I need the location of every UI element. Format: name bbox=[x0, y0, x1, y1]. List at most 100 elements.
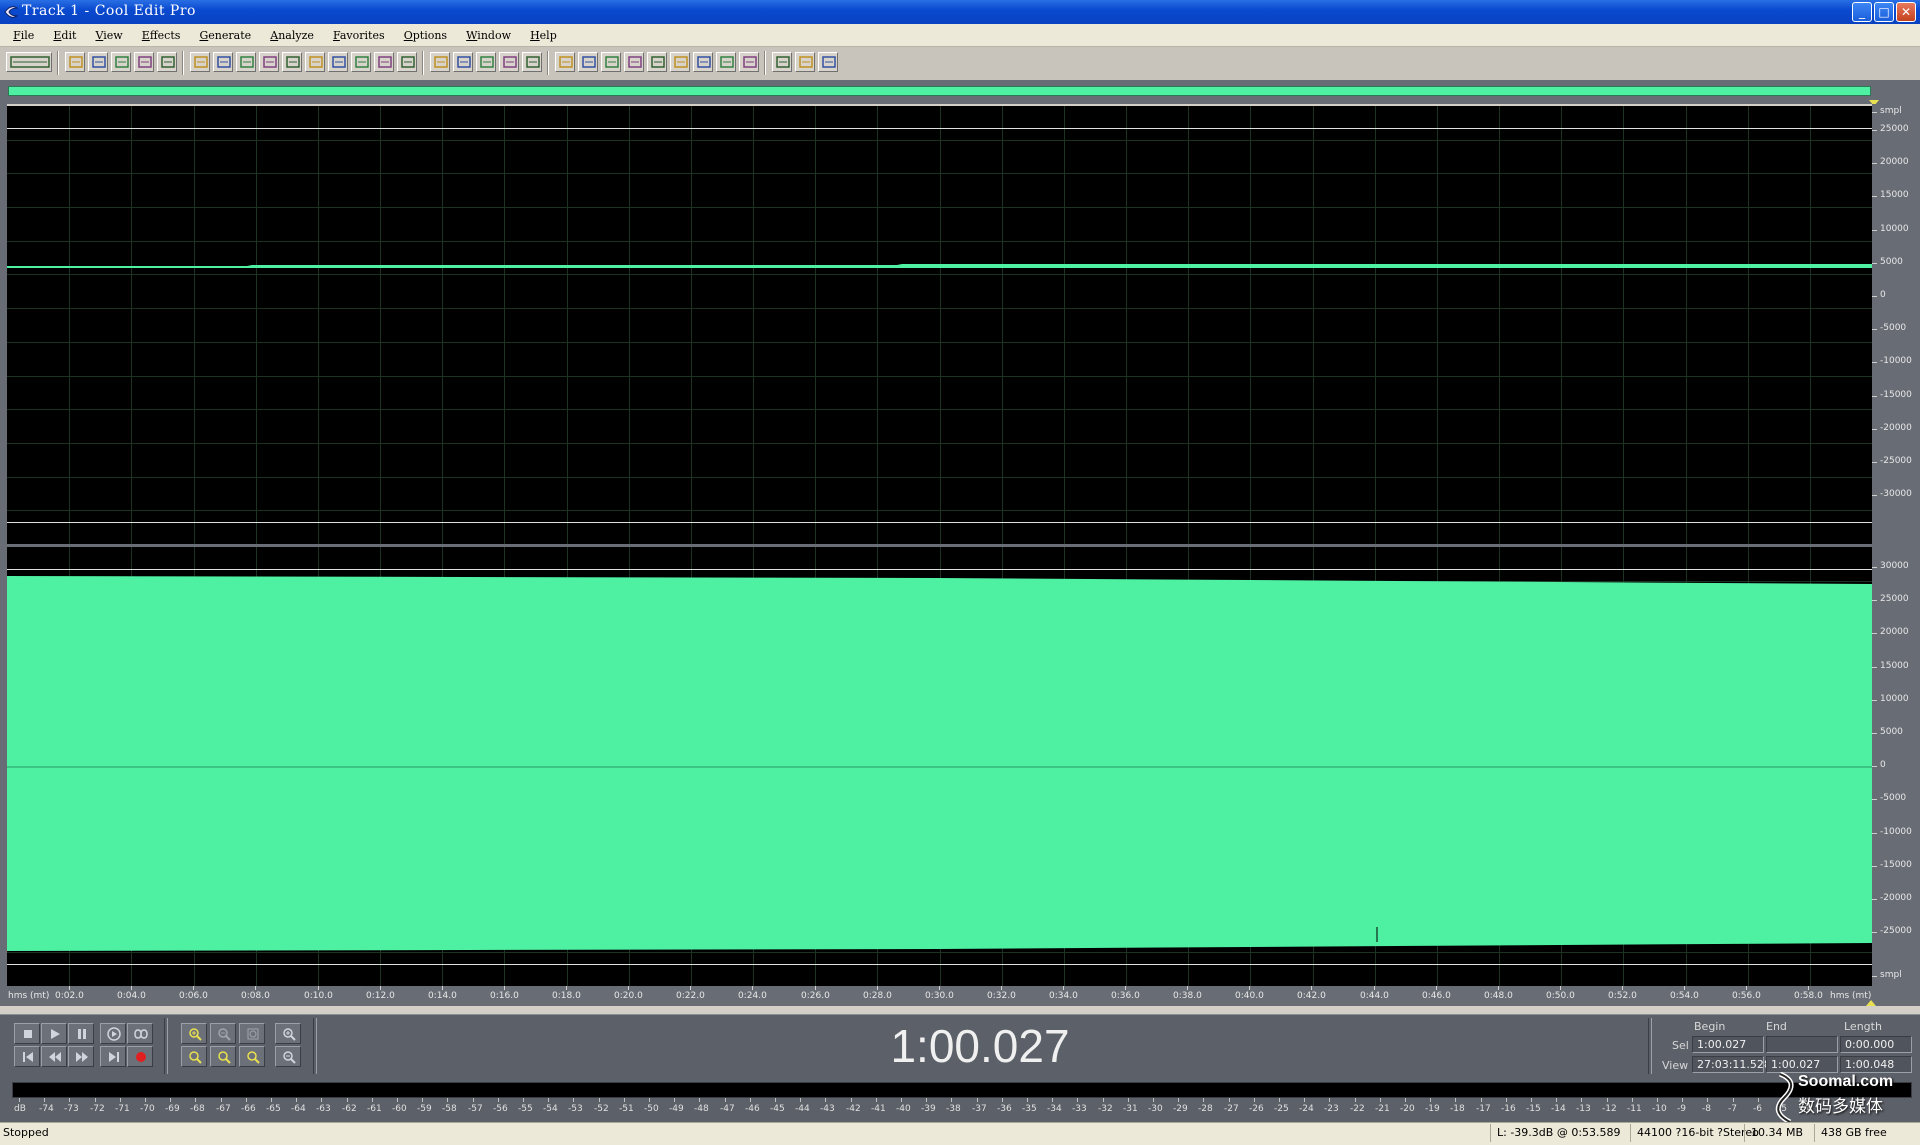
play-button[interactable] bbox=[41, 1023, 67, 1044]
go-to-beginning-button[interactable] bbox=[14, 1046, 40, 1067]
panel-separator bbox=[1648, 1018, 1652, 1074]
spectral-view-button[interactable] bbox=[430, 52, 450, 72]
view-length-field[interactable]: 1:00.048 bbox=[1840, 1056, 1912, 1073]
close-button[interactable]: ✕ bbox=[1896, 2, 1916, 22]
zoom-in-vertical-button[interactable] bbox=[275, 1023, 301, 1044]
meter-tick-label: -58 bbox=[442, 1104, 457, 1114]
menu-file[interactable]: File bbox=[6, 25, 41, 47]
menu-analyze[interactable]: Analyze bbox=[263, 25, 321, 47]
markers-button[interactable] bbox=[739, 52, 759, 72]
rewind-button[interactable] bbox=[41, 1046, 67, 1067]
menu-window[interactable]: Window bbox=[459, 25, 518, 47]
zoom-out-vertical-button[interactable] bbox=[275, 1046, 301, 1067]
new-file-button[interactable] bbox=[65, 52, 85, 72]
sel-end-field[interactable] bbox=[1766, 1036, 1838, 1053]
paste-new-button[interactable] bbox=[351, 52, 371, 72]
play-list-button[interactable] bbox=[578, 52, 598, 72]
mix-paste-button[interactable] bbox=[259, 52, 279, 72]
time-end-marker[interactable] bbox=[1866, 1000, 1876, 1006]
cd-player-button[interactable] bbox=[716, 52, 736, 72]
paste-button[interactable] bbox=[328, 52, 348, 72]
cool-edit-app-icon[interactable] bbox=[3, 4, 19, 20]
meter-tick-label: -24 bbox=[1299, 1104, 1314, 1114]
amplitude-ruler[interactable]: smpl 25000 20000 15000 10000 5000 0 -5000 -10000… bbox=[1872, 104, 1920, 988]
info-button[interactable] bbox=[601, 52, 621, 72]
maximize-button[interactable]: □ bbox=[1874, 2, 1894, 22]
pause-button[interactable] bbox=[68, 1023, 94, 1044]
copy-button[interactable] bbox=[305, 52, 325, 72]
edit-button[interactable] bbox=[693, 52, 713, 72]
menu-effects[interactable]: Effects bbox=[135, 25, 188, 47]
meter-tick bbox=[1405, 1098, 1406, 1102]
amplitude-tick bbox=[1872, 229, 1877, 231]
loop-button[interactable] bbox=[624, 52, 644, 72]
envelope-button[interactable] bbox=[453, 52, 473, 72]
zoom-in-horizontal-button[interactable] bbox=[181, 1023, 207, 1044]
meter-tick-label: -18 bbox=[1450, 1104, 1465, 1114]
meter-tick bbox=[69, 1098, 70, 1102]
redo-button[interactable] bbox=[213, 52, 233, 72]
time-tick-label: 0:44.0 bbox=[1360, 991, 1389, 1001]
waveform-view-button[interactable] bbox=[476, 52, 496, 72]
fast-forward-button[interactable] bbox=[68, 1046, 94, 1067]
sel-begin-field[interactable]: 1:00.027 bbox=[1692, 1036, 1764, 1053]
repeat-last-button[interactable] bbox=[236, 52, 256, 72]
menu-help[interactable]: Help bbox=[523, 25, 564, 47]
begin-header: Begin bbox=[1694, 1020, 1726, 1033]
overview-range[interactable] bbox=[8, 86, 1871, 96]
zoom-out-horizontal-button[interactable] bbox=[210, 1023, 236, 1044]
menu-options[interactable]: Options bbox=[397, 25, 454, 47]
zoom-selection-button[interactable] bbox=[239, 1046, 265, 1067]
menu-favorites[interactable]: Favorites bbox=[326, 25, 392, 47]
menu-edit[interactable]: Edit bbox=[46, 25, 83, 47]
amplitude-tick bbox=[1872, 462, 1877, 463]
close-file-button[interactable] bbox=[111, 52, 131, 72]
stop-button[interactable] bbox=[14, 1023, 40, 1044]
toggle-multitrack-button[interactable] bbox=[6, 52, 52, 72]
amplitude-tick bbox=[1872, 832, 1877, 834]
time-tick-label: 0:42.0 bbox=[1297, 991, 1326, 1001]
crop-icon bbox=[401, 56, 415, 68]
play-to-end-button[interactable] bbox=[100, 1023, 126, 1044]
save-as-button[interactable] bbox=[157, 52, 177, 72]
spectral-button[interactable] bbox=[499, 52, 519, 72]
view-begin-field[interactable]: 27:03:11.528 bbox=[1692, 1056, 1771, 1073]
preferences-button[interactable] bbox=[795, 52, 815, 72]
time-tick-label: 0:02.0 bbox=[55, 991, 84, 1001]
time-tick-label: 0:50.0 bbox=[1546, 991, 1575, 1001]
level-meter[interactable] bbox=[12, 1082, 1912, 1098]
panel-separator bbox=[313, 1018, 317, 1074]
right-channel[interactable] bbox=[7, 547, 1872, 986]
loop-play-button[interactable] bbox=[127, 1023, 153, 1044]
help-button[interactable] bbox=[818, 52, 838, 72]
time-format-button[interactable] bbox=[670, 52, 690, 72]
meter-tick-label: -16 bbox=[1501, 1104, 1516, 1114]
meter-tick bbox=[447, 1098, 448, 1102]
cut-button[interactable] bbox=[282, 52, 302, 72]
sel-length-field[interactable]: 0:00.000 bbox=[1840, 1036, 1912, 1053]
record-button[interactable] bbox=[127, 1046, 153, 1067]
cue-list-button[interactable] bbox=[555, 52, 575, 72]
menu-view[interactable]: View bbox=[88, 25, 129, 47]
meter-tick-label: -9 bbox=[1677, 1104, 1686, 1114]
menu-generate[interactable]: Generate bbox=[192, 25, 258, 47]
save-button[interactable] bbox=[134, 52, 154, 72]
view-end-field[interactable]: 1:00.027 bbox=[1766, 1056, 1838, 1073]
open-file-button[interactable] bbox=[88, 52, 108, 72]
meter-tick-label: -19 bbox=[1425, 1104, 1440, 1114]
snap-button[interactable] bbox=[647, 52, 667, 72]
meter-tick-label: -22 bbox=[1350, 1104, 1365, 1114]
crop-button[interactable] bbox=[397, 52, 417, 72]
zoom-full-button[interactable] bbox=[239, 1023, 265, 1044]
go-to-end-button[interactable] bbox=[100, 1046, 126, 1067]
minimize-button[interactable]: _ bbox=[1852, 2, 1872, 22]
amplitude-tick bbox=[1872, 976, 1877, 977]
trim-button[interactable] bbox=[374, 52, 394, 72]
zoom-to-left-button[interactable] bbox=[181, 1046, 207, 1067]
settings-grid-button[interactable] bbox=[522, 52, 542, 72]
left-channel[interactable] bbox=[7, 106, 1872, 544]
undo-button[interactable] bbox=[190, 52, 210, 72]
format-readout[interactable]: 44100 ?16-bit ?Stereo bbox=[1630, 1124, 1759, 1142]
options-button[interactable] bbox=[772, 52, 792, 72]
zoom-to-right-button[interactable] bbox=[210, 1046, 236, 1067]
